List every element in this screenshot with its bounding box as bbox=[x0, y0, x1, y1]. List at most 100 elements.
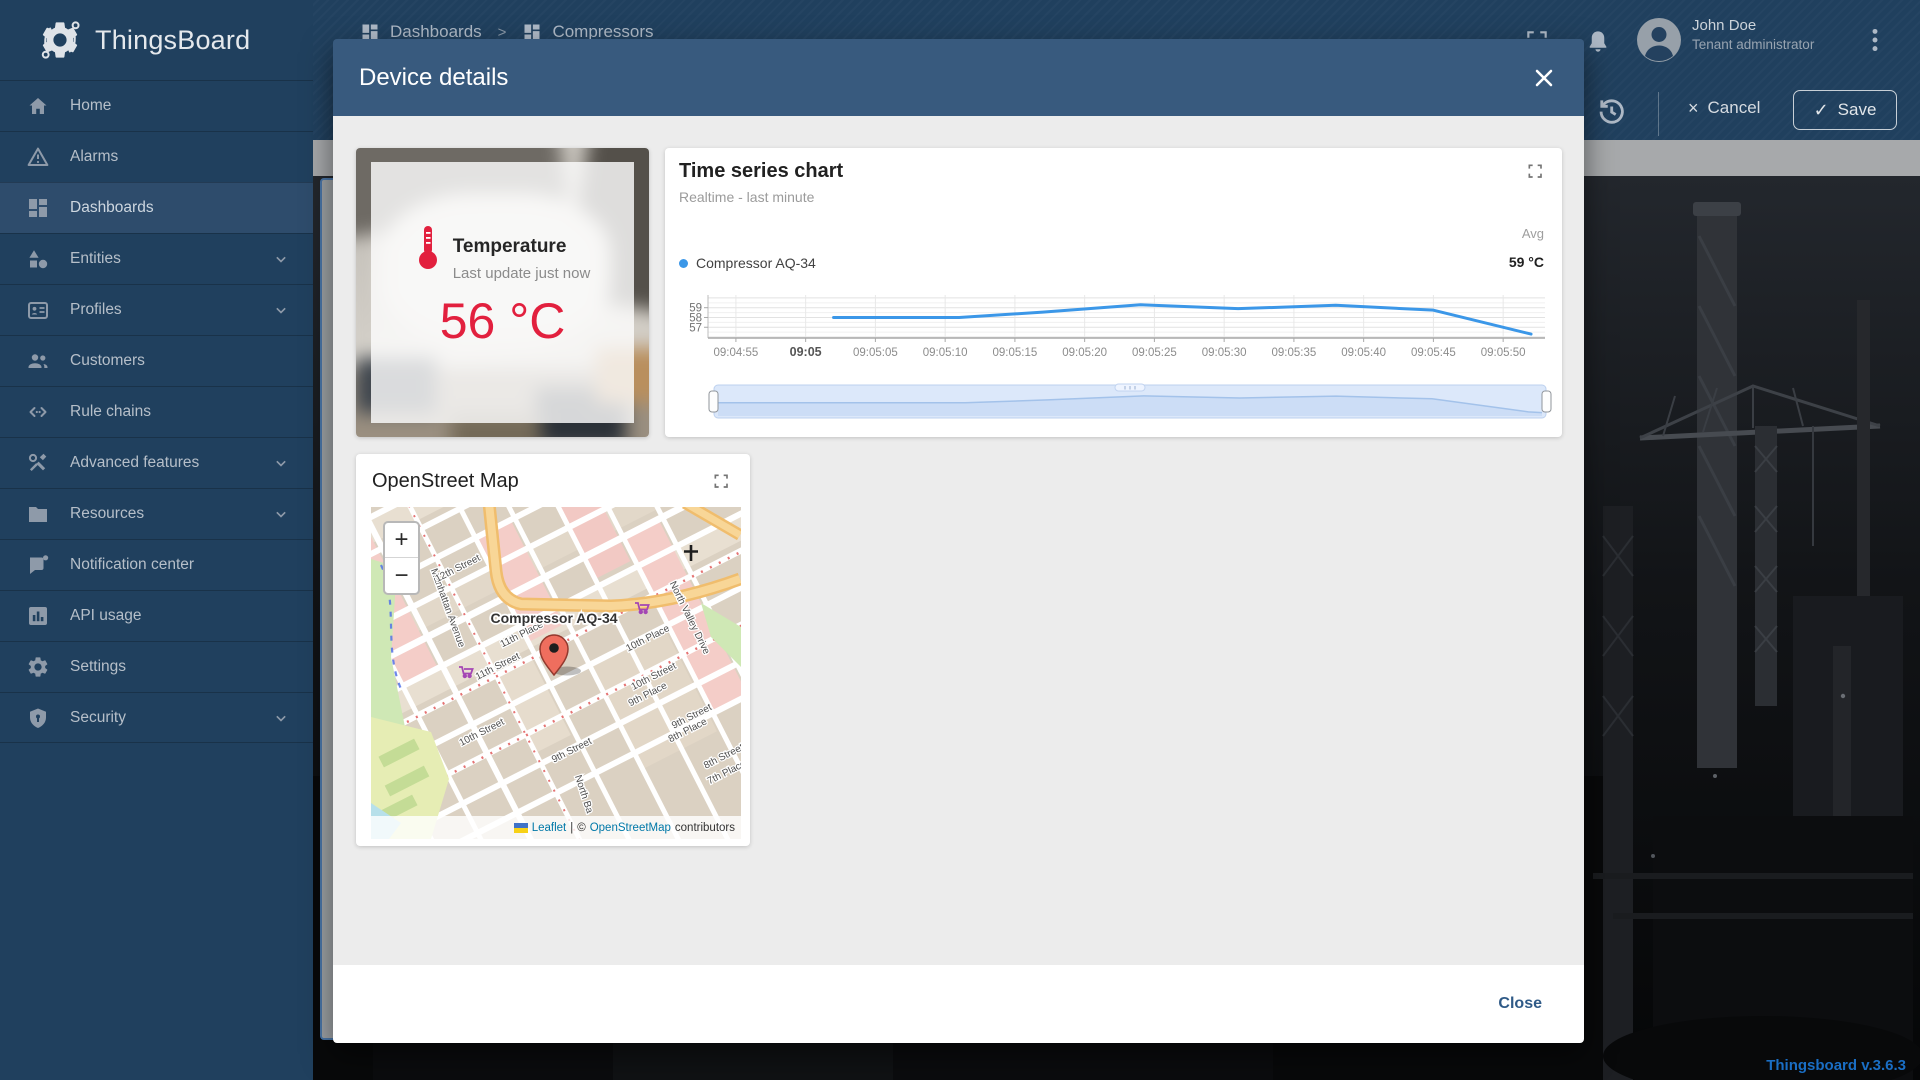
thermometer-icon bbox=[415, 224, 441, 270]
navigator-right-handle[interactable] bbox=[1542, 391, 1551, 412]
x-tick-label: 09:05:15 bbox=[993, 347, 1038, 359]
sidebar-item-label: Security bbox=[70, 709, 251, 727]
modal-title: Device details bbox=[359, 64, 1530, 92]
tools-icon bbox=[26, 451, 50, 475]
thingsboard-logo-icon bbox=[38, 18, 82, 62]
cancel-button[interactable]: × Cancel bbox=[1688, 98, 1760, 118]
marker-dot bbox=[549, 643, 559, 653]
openstreetmap-link[interactable]: OpenStreetMap bbox=[590, 822, 671, 834]
x-tick-label: 09:05:05 bbox=[853, 347, 898, 359]
temperature-value: 56 °C bbox=[371, 292, 634, 350]
map-tiles: Manhattan Avenue 12th Street 11th Place … bbox=[371, 507, 741, 839]
chevron-down-icon bbox=[271, 249, 291, 269]
device-details-modal: Device details bbox=[333, 39, 1584, 1043]
notifications-bell-icon[interactable] bbox=[1583, 27, 1613, 57]
customers-people-icon bbox=[26, 349, 50, 373]
thingsboard-app: Dashboards > Compressors John Doe Tenant… bbox=[0, 0, 1920, 1080]
map-title: OpenStreet Map bbox=[372, 470, 519, 493]
cancel-x-icon: × bbox=[1688, 99, 1699, 117]
sidebar-item-label: Resources bbox=[70, 505, 251, 523]
history-undo-icon[interactable] bbox=[1594, 94, 1628, 128]
logo[interactable]: ThingsBoard bbox=[0, 0, 313, 80]
sidebar-item-label: Alarms bbox=[70, 148, 313, 166]
map-zoom-control: + − bbox=[383, 521, 420, 595]
x-tick-label: 09:05:30 bbox=[1202, 347, 1247, 359]
x-tick-label: 09:05:10 bbox=[923, 347, 968, 359]
sidebar-item-profiles[interactable]: Profiles bbox=[0, 284, 313, 335]
close-icon[interactable] bbox=[1530, 64, 1558, 92]
cancel-label: Cancel bbox=[1708, 98, 1761, 118]
sidebar: ThingsBoard Home Alarms Dashboards Entit… bbox=[0, 0, 313, 1080]
zoom-in-button[interactable]: + bbox=[385, 523, 418, 558]
x-tick-label: 09:05:50 bbox=[1481, 347, 1526, 359]
version-link[interactable]: Thingsboard v.3.6.3 bbox=[1766, 1057, 1906, 1074]
home-icon bbox=[26, 94, 50, 118]
sidebar-item-settings[interactable]: Settings bbox=[0, 641, 313, 692]
map-canvas[interactable]: Manhattan Avenue 12th Street 11th Place … bbox=[371, 507, 741, 839]
marker-label: Compressor AQ-34 bbox=[490, 610, 617, 626]
time-series-chart-widget: Time series chart Realtime - last minute… bbox=[665, 148, 1562, 437]
chevron-down-icon bbox=[271, 504, 291, 524]
zoom-out-button[interactable]: − bbox=[385, 558, 418, 593]
sidebar-item-label: Customers bbox=[70, 352, 313, 370]
leaflet-link[interactable]: Leaflet bbox=[532, 822, 567, 834]
x-tick-label: 09:05:25 bbox=[1132, 347, 1177, 359]
sidebar-item-home[interactable]: Home bbox=[0, 80, 313, 131]
save-check-icon: ✓ bbox=[1814, 101, 1829, 119]
ukraine-flag-icon bbox=[514, 823, 528, 833]
copyright-symbol: © bbox=[577, 822, 585, 834]
api-usage-chart-icon bbox=[26, 604, 50, 628]
sidebar-item-label: Advanced features bbox=[70, 454, 251, 472]
profiles-badge-icon bbox=[26, 298, 50, 322]
temperature-overlay-card: Temperature Last update just now 56 °C bbox=[371, 162, 634, 423]
temperature-last-update: Last update just now bbox=[453, 265, 591, 282]
sidebar-item-entities[interactable]: Entities bbox=[0, 233, 313, 284]
kebab-menu-icon[interactable] bbox=[1862, 25, 1888, 55]
save-label: Save bbox=[1838, 100, 1877, 120]
x-tick-label: 09:05:45 bbox=[1411, 347, 1456, 359]
sidebar-item-dashboards[interactable]: Dashboards bbox=[0, 182, 313, 233]
modal-body: Temperature Last update just now 56 °C T… bbox=[333, 116, 1584, 965]
sidebar-item-resources[interactable]: Resources bbox=[0, 488, 313, 539]
gear-icon bbox=[26, 655, 50, 679]
user-role: Tenant administrator bbox=[1692, 36, 1814, 54]
expand-fullscreen-icon[interactable] bbox=[712, 472, 732, 492]
x-tick-label: 09:05 bbox=[790, 345, 822, 359]
breadcrumb-separator: > bbox=[498, 24, 507, 41]
x-tick-label: 09:05:20 bbox=[1062, 347, 1107, 359]
sidebar-item-advanced-features[interactable]: Advanced features bbox=[0, 437, 313, 488]
folder-icon bbox=[26, 502, 50, 526]
sidebar-item-api-usage[interactable]: API usage bbox=[0, 590, 313, 641]
openstreet-map-widget: OpenStreet Map bbox=[356, 454, 750, 846]
sidebar-item-customers[interactable]: Customers bbox=[0, 335, 313, 386]
sidebar-item-label: Notification center bbox=[70, 556, 313, 574]
dashboards-icon bbox=[26, 196, 50, 220]
chevron-down-icon bbox=[271, 300, 291, 320]
user-info[interactable]: John Doe Tenant administrator bbox=[1692, 16, 1814, 54]
sidebar-item-label: Dashboards bbox=[70, 199, 313, 217]
modal-close-button[interactable]: Close bbox=[1486, 987, 1554, 1021]
sidebar-item-rule-chains[interactable]: Rule chains bbox=[0, 386, 313, 437]
modal-footer: Close bbox=[333, 965, 1584, 1043]
sidebar-item-notification-center[interactable]: Notification center bbox=[0, 539, 313, 590]
notification-message-icon bbox=[26, 553, 50, 577]
sidebar-item-alarms[interactable]: Alarms bbox=[0, 131, 313, 182]
x-tick-label: 09:05:35 bbox=[1272, 347, 1317, 359]
alarm-warning-icon bbox=[26, 145, 50, 169]
modal-header: Device details bbox=[333, 39, 1584, 116]
sidebar-item-label: Entities bbox=[70, 250, 251, 268]
temperature-widget: Temperature Last update just now 56 °C bbox=[356, 148, 649, 437]
shield-icon bbox=[26, 706, 50, 730]
sidebar-item-label: API usage bbox=[70, 607, 313, 625]
save-button[interactable]: ✓ Save bbox=[1793, 90, 1897, 130]
sidebar-item-security[interactable]: Security bbox=[0, 692, 313, 743]
navigator-left-handle[interactable] bbox=[709, 391, 718, 412]
map-attribution: Leaflet | © OpenStreetMap contributors bbox=[371, 816, 741, 839]
sidebar-item-label: Profiles bbox=[70, 301, 251, 319]
chevron-down-icon bbox=[271, 708, 291, 728]
chevron-down-icon bbox=[271, 453, 291, 473]
sidebar-item-label: Rule chains bbox=[70, 403, 313, 421]
logo-text: ThingsBoard bbox=[95, 25, 250, 56]
time-series-chart: 09:04:5509:0509:05:0509:05:1009:05:1509:… bbox=[665, 148, 1562, 437]
user-avatar[interactable] bbox=[1637, 18, 1681, 62]
